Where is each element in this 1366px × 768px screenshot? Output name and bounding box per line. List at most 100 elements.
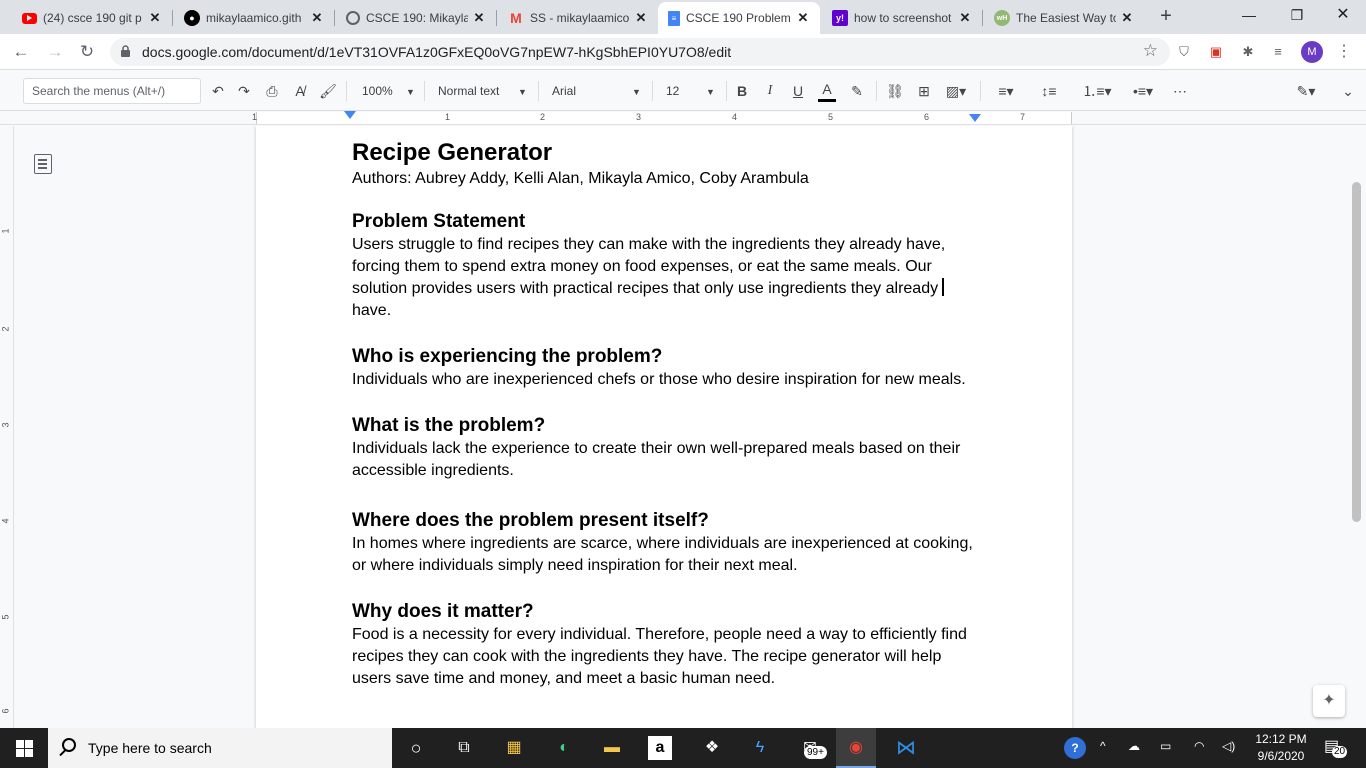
paint-format-icon[interactable]: 🖌 [318, 80, 338, 102]
mail-icon[interactable]: ✉ 99+ [796, 734, 827, 762]
text-line: accessible ingredients. [352, 462, 514, 479]
text-line: users save time and money, and meet a ba… [352, 670, 776, 687]
close-icon[interactable]: ✕ [310, 10, 324, 26]
docs-icon: ≡ [668, 10, 680, 26]
vscode-icon[interactable]: ⋈ [892, 734, 920, 762]
antivirus-icon[interactable]: ☁ [1128, 739, 1140, 753]
file-explorer-icon[interactable]: ▬ [598, 734, 626, 762]
toolbar-divider [652, 81, 653, 101]
more-options-icon[interactable]: ⋯ [1170, 80, 1190, 102]
tab-gmail[interactable]: M SS - mikaylaamico ✕ [498, 4, 658, 32]
undo-icon[interactable]: ↶ [208, 80, 228, 102]
add-comment-icon[interactable]: ⊞ [914, 80, 934, 102]
cortana-icon[interactable]: ○ [402, 734, 430, 762]
document-content[interactable]: Recipe Generator Authors: Aubrey Addy, K… [352, 138, 992, 713]
ruler-number: 5 [0, 614, 11, 620]
italic-icon[interactable]: I [762, 80, 778, 102]
font-size-select[interactable]: 12 ▼ [666, 80, 718, 102]
right-indent-marker[interactable] [969, 114, 981, 122]
restore-button[interactable]: ❐ [1274, 0, 1320, 30]
tab-github[interactable]: ● mikaylaamico.gith ✕ [174, 4, 334, 32]
text-line-content: solution provides users with practical r… [352, 280, 939, 297]
chevron-down-icon: ▼ [406, 87, 415, 97]
align-left-icon[interactable]: ≡▾ [990, 80, 1022, 102]
insert-image-icon[interactable]: ▨▾ [942, 80, 970, 102]
show-hidden-icons[interactable]: ^ [1100, 739, 1106, 753]
numbered-list-icon[interactable]: ⒈≡▾ [1078, 80, 1116, 102]
pocket-extension-icon[interactable]: ▣ [1206, 42, 1226, 62]
start-button[interactable] [0, 728, 48, 768]
vertical-ruler: 1 2 3 4 5 6 [0, 126, 14, 728]
task-view-icon[interactable]: ⧉ [450, 734, 478, 762]
bulleted-list-icon[interactable]: •≡▾ [1124, 80, 1162, 102]
tab-yahoo[interactable]: y! how to screenshot ✕ [822, 4, 982, 32]
underline-icon[interactable]: U [790, 80, 806, 102]
dropbox-icon[interactable]: ❖ [698, 734, 726, 762]
bookmark-star-icon[interactable]: ☆ [1143, 41, 1158, 61]
section-heading: Problem Statement [352, 211, 526, 232]
browser-menu-icon[interactable]: ⋮ [1334, 42, 1354, 62]
insert-link-icon[interactable]: ⛓ [884, 80, 906, 102]
section-heading: Who is experiencing the problem? [352, 346, 663, 367]
address-bar[interactable]: docs.google.com/document/d/1eVT31OVFA1z0… [110, 38, 1170, 66]
highlight-color-icon[interactable]: ✎ [848, 80, 866, 102]
close-icon[interactable]: ✕ [958, 10, 972, 26]
tab-google-docs[interactable]: ≡ CSCE 190 Problem ✕ [658, 2, 820, 34]
menu-search-input[interactable]: Search the menus (Alt+/) [23, 78, 201, 104]
extensions-puzzle-icon[interactable]: ✱ [1238, 42, 1258, 62]
close-window-button[interactable]: ✕ [1320, 0, 1366, 30]
left-indent-marker[interactable] [344, 111, 356, 119]
document-outline-icon[interactable] [34, 154, 52, 174]
close-icon[interactable]: ✕ [634, 10, 648, 26]
amazon-icon[interactable]: a [648, 736, 672, 760]
vertical-scrollbar[interactable] [1352, 182, 1361, 522]
reading-list-icon[interactable]: ≡ [1268, 42, 1288, 62]
print-icon[interactable]: ⎙ [262, 80, 282, 102]
redo-icon[interactable]: ↷ [234, 80, 254, 102]
minimize-button[interactable]: — [1226, 0, 1272, 30]
tab-csce-190[interactable]: CSCE 190: Mikayla ✕ [336, 4, 496, 32]
editing-mode-icon[interactable]: ✎▾ [1288, 80, 1324, 102]
close-icon[interactable]: ✕ [796, 10, 810, 26]
font-size-value: 12 [666, 84, 680, 98]
close-icon[interactable]: ✕ [1120, 10, 1134, 26]
toolbar-divider [980, 81, 981, 101]
wikihow-icon: wH [994, 10, 1010, 26]
wifi-icon[interactable]: ◠ [1194, 739, 1204, 753]
new-tab-button[interactable]: + [1154, 5, 1178, 29]
tab-youtube[interactable]: (24) csce 190 git p ✕ [12, 4, 172, 32]
explore-button[interactable]: ✦ [1313, 685, 1345, 717]
ruler-number: 5 [828, 112, 834, 122]
spellcheck-icon[interactable]: A̸ [290, 80, 310, 102]
microsoft-store-icon[interactable]: ▦ [500, 734, 528, 762]
profile-avatar[interactable]: M [1301, 41, 1323, 63]
zoom-select[interactable]: 100% ▼ [362, 80, 418, 102]
reload-button[interactable]: ↻ [74, 40, 100, 64]
back-button[interactable]: ← [8, 40, 34, 64]
close-icon[interactable]: ✕ [472, 10, 486, 26]
battery-icon[interactable]: ▭ [1160, 739, 1171, 753]
collapse-menus-icon[interactable]: ⌄ [1338, 80, 1358, 102]
toolbar-divider [346, 81, 347, 101]
text-color-icon[interactable]: A [818, 80, 836, 102]
help-icon[interactable]: ? [1064, 737, 1086, 759]
tab-title: SS - mikaylaamico [530, 11, 630, 25]
close-icon[interactable]: ✕ [148, 10, 162, 26]
volume-icon[interactable]: ◁) [1222, 739, 1235, 753]
tab-wikihow[interactable]: wH The Easiest Way to ✕ [984, 4, 1144, 32]
edge-icon[interactable]: ◐ [550, 734, 578, 762]
font-select[interactable]: Arial ▼ [552, 80, 644, 102]
visual-studio-lightning-icon[interactable]: ϟ [746, 734, 774, 762]
bold-icon[interactable]: B [734, 80, 750, 102]
forward-button[interactable]: → [42, 40, 68, 64]
shield-extension-icon[interactable]: ⛉ [1174, 42, 1194, 62]
taskbar-search-box[interactable]: Type here to search [48, 728, 392, 768]
chrome-taskbar-icon[interactable]: ◉ [836, 728, 876, 768]
system-clock[interactable]: 12:12 PM 9/6/2020 [1248, 731, 1314, 765]
url-text: docs.google.com/document/d/1eVT31OVFA1z0… [142, 44, 732, 60]
action-center-icon[interactable]: ▤ 20 [1324, 736, 1348, 758]
paragraph-style-select[interactable]: Normal text ▼ [438, 80, 530, 102]
text-line: Individuals who are inexperienced chefs … [352, 371, 966, 388]
line-spacing-icon[interactable]: ↕≡ [1038, 80, 1060, 102]
document-page[interactable]: Recipe Generator Authors: Aubrey Addy, K… [256, 126, 1072, 728]
